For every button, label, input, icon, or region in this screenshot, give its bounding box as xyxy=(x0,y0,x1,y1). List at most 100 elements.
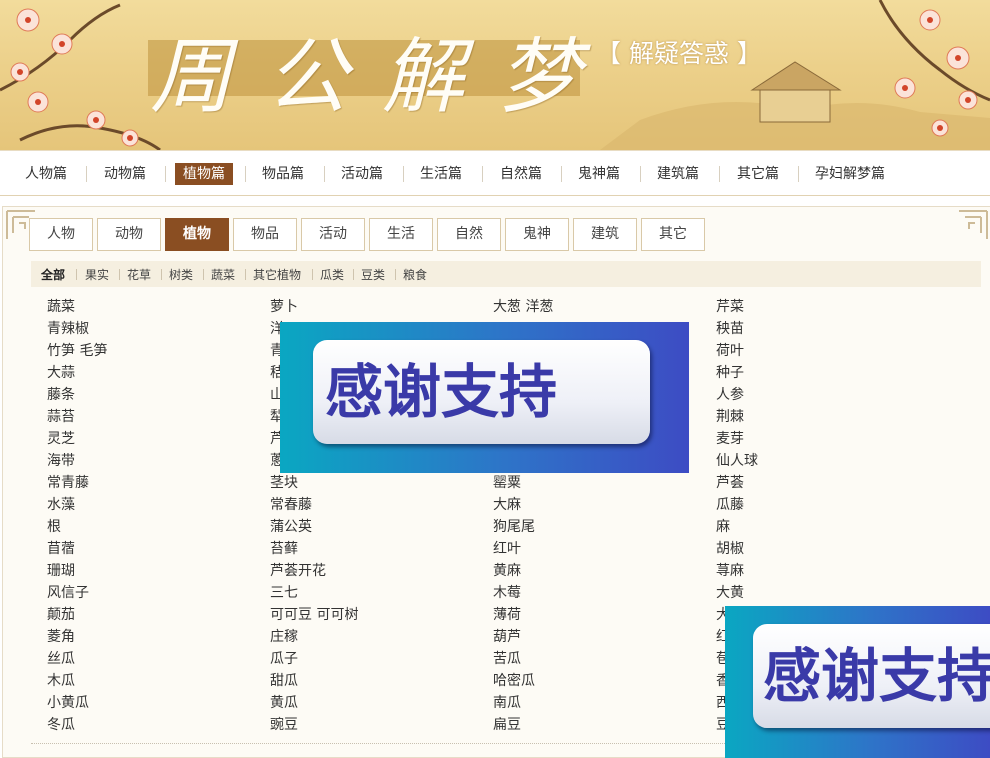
plant-link[interactable]: 根 xyxy=(47,516,61,536)
plant-link[interactable]: 荆棘 xyxy=(716,406,744,426)
plant-link[interactable]: 秧苗 xyxy=(716,318,744,338)
overlay-ad-1[interactable]: 感谢支持 xyxy=(280,322,689,473)
nav-people[interactable]: 人物篇 xyxy=(25,163,67,185)
plant-link[interactable]: 哈密瓜 xyxy=(493,670,535,690)
plant-link[interactable]: 海带 xyxy=(47,450,75,470)
plant-link[interactable]: 大葱 洋葱 xyxy=(493,296,553,316)
tab-nature[interactable]: 自然 xyxy=(437,218,501,251)
filter-fruit[interactable]: 果实 xyxy=(85,266,109,283)
plant-link[interactable]: 苔藓 xyxy=(270,538,298,558)
plant-link[interactable]: 冬瓜 xyxy=(47,714,75,734)
plant-link[interactable]: 风信子 xyxy=(47,582,89,602)
filter-flowers[interactable]: 花草 xyxy=(127,266,151,283)
plant-link[interactable]: 珊瑚 xyxy=(47,560,75,580)
plant-link[interactable]: 荷叶 xyxy=(716,340,744,360)
plant-link[interactable]: 种子 xyxy=(716,362,744,382)
plant-link[interactable]: 萝卜 xyxy=(270,296,298,316)
plant-link[interactable]: 胡椒 xyxy=(716,538,744,558)
corner-ornament-right xyxy=(959,210,988,239)
nav-pregnancy[interactable]: 孕妇解梦篇 xyxy=(815,163,885,185)
plant-link[interactable]: 荨麻 xyxy=(716,560,744,580)
filter-other-plants[interactable]: 其它植物 xyxy=(253,266,301,283)
plant-link[interactable]: 苜蓿 xyxy=(47,538,75,558)
filter-melons[interactable]: 瓜类 xyxy=(320,266,344,283)
top-navigation: 人物篇 动物篇 植物篇 物品篇 活动篇 生活篇 自然篇 鬼神篇 建筑篇 其它篇 … xyxy=(0,150,990,196)
plant-link[interactable]: 小黄瓜 xyxy=(47,692,89,712)
nav-life[interactable]: 生活篇 xyxy=(420,163,462,185)
plant-link[interactable]: 罂粟 xyxy=(493,472,521,492)
tab-items[interactable]: 物品 xyxy=(233,218,297,251)
tab-plants[interactable]: 植物 xyxy=(165,218,229,251)
plant-link[interactable]: 薄荷 xyxy=(493,604,521,624)
plant-link[interactable]: 蒜苔 xyxy=(47,406,75,426)
nav-others[interactable]: 其它篇 xyxy=(737,163,779,185)
nav-activities[interactable]: 活动篇 xyxy=(341,163,383,185)
plant-link[interactable]: 大黄 xyxy=(716,582,744,602)
plant-link[interactable]: 扁豆 xyxy=(493,714,521,734)
plant-link[interactable]: 木莓 xyxy=(493,582,521,602)
plant-link[interactable]: 人参 xyxy=(716,384,744,404)
plant-link[interactable]: 芦荟 xyxy=(716,472,744,492)
plant-link[interactable]: 甜瓜 xyxy=(270,670,298,690)
nav-buildings[interactable]: 建筑篇 xyxy=(657,163,699,185)
site-title: 周公解梦 xyxy=(150,30,614,125)
plant-link[interactable]: 麻 xyxy=(716,516,730,536)
plant-link[interactable]: 芹菜 xyxy=(716,296,744,316)
plant-link[interactable]: 豌豆 xyxy=(270,714,298,734)
plant-link[interactable]: 瓜子 xyxy=(270,648,298,668)
category-filter-bar: 全部 果实 花草 树类 蔬菜 其它植物 瓜类 豆类 粮食 xyxy=(31,261,981,287)
plant-link[interactable]: 木瓜 xyxy=(47,670,75,690)
nav-nature[interactable]: 自然篇 xyxy=(500,163,542,185)
plant-link[interactable]: 竹笋 毛笋 xyxy=(47,340,107,360)
plant-link[interactable]: 葫芦 xyxy=(493,626,521,646)
plant-link[interactable]: 狗尾尾 xyxy=(493,516,535,536)
plant-link[interactable]: 瓜藤 xyxy=(716,494,744,514)
plant-link[interactable]: 菱角 xyxy=(47,626,75,646)
site-subtitle: 【 解疑答惑 】 xyxy=(596,39,762,68)
plant-link[interactable]: 黄麻 xyxy=(493,560,521,580)
nav-ghosts[interactable]: 鬼神篇 xyxy=(578,163,620,185)
plant-link[interactable]: 可可豆 可可树 xyxy=(270,604,358,624)
plant-link[interactable]: 麦芽 xyxy=(716,428,744,448)
plant-link[interactable]: 南瓜 xyxy=(493,692,521,712)
plant-link[interactable]: 蒲公英 xyxy=(270,516,312,536)
overlay-ad-2[interactable]: 感谢支持 xyxy=(725,606,990,758)
plant-link[interactable]: 大蒜 xyxy=(47,362,75,382)
tab-activities[interactable]: 活动 xyxy=(301,218,365,251)
tab-animals[interactable]: 动物 xyxy=(97,218,161,251)
plant-link[interactable]: 仙人球 xyxy=(716,450,758,470)
plant-link[interactable]: 常春藤 xyxy=(270,494,312,514)
plant-link[interactable]: 黄瓜 xyxy=(270,692,298,712)
plant-link[interactable]: 三七 xyxy=(270,582,298,602)
plant-link[interactable]: 红叶 xyxy=(493,538,521,558)
plant-link[interactable]: 大麻 xyxy=(493,494,521,514)
plant-link[interactable]: 丝瓜 xyxy=(47,648,75,668)
nav-items[interactable]: 物品篇 xyxy=(262,163,304,185)
plant-link[interactable]: 藤条 xyxy=(47,384,75,404)
nav-animals[interactable]: 动物篇 xyxy=(104,163,146,185)
plant-link[interactable]: 苦瓜 xyxy=(493,648,521,668)
tab-life[interactable]: 生活 xyxy=(369,218,433,251)
tab-buildings[interactable]: 建筑 xyxy=(573,218,637,251)
site-banner: 周公解梦 【 解疑答惑 】 xyxy=(0,0,990,150)
tab-others[interactable]: 其它 xyxy=(641,218,705,251)
filter-vegetables[interactable]: 蔬菜 xyxy=(211,266,235,283)
filter-grains[interactable]: 粮食 xyxy=(403,266,427,283)
plant-link[interactable]: 蔬菜 xyxy=(47,296,75,316)
plant-link[interactable]: 水藻 xyxy=(47,494,75,514)
plant-link[interactable]: 常青藤 xyxy=(47,472,89,492)
plant-link[interactable]: 颠茄 xyxy=(47,604,75,624)
ad-thanks-text[interactable]: 感谢支持 xyxy=(313,340,650,444)
plant-link[interactable]: 灵芝 xyxy=(47,428,75,448)
filter-all[interactable]: 全部 xyxy=(41,266,65,283)
filter-trees[interactable]: 树类 xyxy=(169,266,193,283)
ad-thanks-text-2[interactable]: 感谢支持 xyxy=(753,624,990,728)
tab-people[interactable]: 人物 xyxy=(29,218,93,251)
filter-beans[interactable]: 豆类 xyxy=(361,266,385,283)
tab-ghosts[interactable]: 鬼神 xyxy=(505,218,569,251)
nav-plants[interactable]: 植物篇 xyxy=(175,163,233,185)
plant-link[interactable]: 茎块 xyxy=(270,472,298,492)
plant-link[interactable]: 芦荟开花 xyxy=(270,560,326,580)
plant-link[interactable]: 庄稼 xyxy=(270,626,298,646)
plant-link[interactable]: 青辣椒 xyxy=(47,318,89,338)
